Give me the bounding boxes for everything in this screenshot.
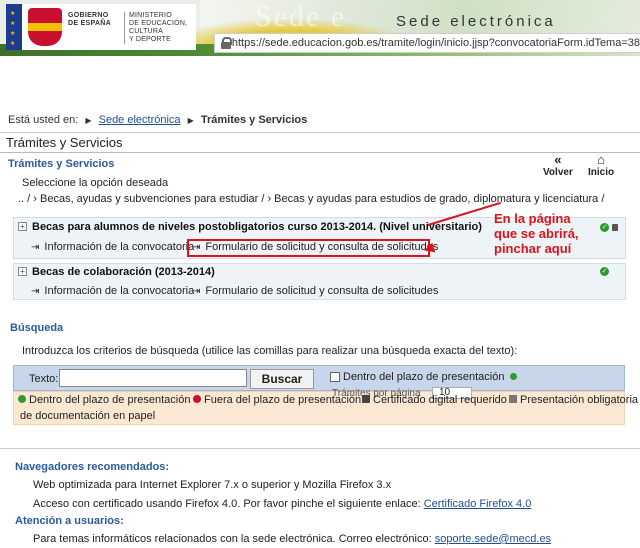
legend-paper-continued: de documentación en papel	[20, 410, 156, 422]
select-prompt: Seleccione la opción deseada	[22, 177, 169, 189]
address-url[interactable]: https://sede.educacion.gob.es/tramite/lo…	[232, 37, 640, 49]
site-title: Sede electrónica	[396, 13, 556, 30]
eu-flag-icon: ★ ★ ★ ★	[6, 4, 22, 50]
government-label: GOBIERNO DE ESPAÑA	[68, 12, 112, 27]
arrow-icon: ⇥	[192, 286, 201, 297]
breadcrumb-prefix: Está usted en:	[8, 114, 79, 126]
procedure-title[interactable]: + Becas de colaboración (2013-2014)	[18, 266, 215, 278]
category-path[interactable]: .. / › Becas, ayudas y subvenciones para…	[18, 193, 604, 205]
check-icon	[509, 373, 517, 380]
legend-out-deadline: Fuera del plazo de presentación	[193, 394, 361, 406]
home-button[interactable]: ⌂ Inicio	[588, 152, 614, 179]
annotation-text: En la página que se abrirá, pinchar aquí	[494, 211, 579, 256]
legend-digital-cert: Certificado digital requerido	[362, 394, 507, 406]
support-email-link[interactable]: soporte.sede@mecd.es	[435, 533, 551, 545]
certificate-link[interactable]: Certificado Firefox 4.0	[424, 498, 532, 510]
deadline-checkbox[interactable]	[330, 372, 340, 382]
address-bar[interactable]: https://sede.educacion.gob.es/tramite/lo…	[214, 33, 640, 53]
breadcrumb-arrow-icon: ▶	[187, 116, 194, 125]
form-link[interactable]: ⇥ Formulario de solicitud y consulta de s…	[192, 285, 438, 297]
search-button[interactable]: Buscar	[250, 369, 314, 389]
highlight-box	[187, 239, 430, 257]
arrow-icon: ⇥	[31, 286, 40, 297]
breadcrumb-home-link[interactable]: Sede electrónica	[99, 114, 181, 126]
browsers-title: Navegadores recomendados:	[15, 461, 170, 473]
expand-icon[interactable]: +	[18, 222, 27, 231]
legend-in-deadline: Dentro del plazo de presentación	[18, 394, 190, 406]
government-logo[interactable]: ★ ★ ★ ★ GOBIERNO DE ESPAÑA MINISTERIO DE ED…	[6, 4, 196, 50]
text-label: Texto:	[29, 373, 59, 385]
lock-icon	[221, 37, 232, 49]
legend-paper: Presentación obligatoria	[509, 394, 638, 406]
home-icon: ⌂	[597, 152, 605, 167]
breadcrumb: Está usted en: ▶ Sede electrónica ▶ Trám…	[0, 107, 640, 133]
back-button[interactable]: « Volver	[543, 152, 573, 179]
footer-divider	[0, 448, 640, 449]
site-header: Sede e ★ ★ ★ ★ GOBIERNO DE ESPAÑA MINISTERI…	[0, 0, 640, 56]
search-title: Búsqueda	[10, 322, 64, 334]
search-hint: Introduzca los criterios de búsqueda (ut…	[22, 345, 518, 357]
back-chevrons-icon: «	[554, 152, 562, 167]
lock-icon	[612, 224, 618, 231]
expand-icon[interactable]: +	[18, 267, 27, 276]
support-title: Atención a usuarios:	[15, 515, 124, 527]
header-watermark: Sede e	[255, 0, 347, 33]
deadline-checkbox-label[interactable]: Dentro del plazo de presentación	[343, 371, 520, 383]
procedure-title[interactable]: + Becas para alumnos de niveles postoblig…	[18, 221, 482, 233]
info-link[interactable]: ⇥ Información de la convocatoria	[31, 241, 194, 253]
support-text: Para temas informáticos relacionados con…	[33, 533, 552, 545]
page-title: Trámites y Servicios	[6, 135, 123, 150]
check-icon: ✓	[600, 223, 609, 232]
arrow-icon: ⇥	[31, 242, 40, 253]
browsers-text: Web optimizada para Internet Explorer 7.…	[33, 479, 392, 491]
section-title: Trámites y Servicios	[8, 158, 115, 170]
cross-icon	[193, 395, 201, 403]
breadcrumb-current: Trámites y Servicios	[200, 114, 308, 126]
ministry-label: MINISTERIO DE EDUCACIÓN, CULTURA Y DEPOR…	[124, 12, 196, 44]
certificate-text: Acceso con certificado usando Firefox 4.…	[33, 498, 532, 510]
info-link[interactable]: ⇥ Información de la convocatoria	[31, 285, 194, 297]
breadcrumb-arrow-icon: ▶	[85, 116, 92, 125]
check-icon: ✓	[600, 267, 609, 276]
check-icon	[18, 395, 26, 403]
search-input[interactable]	[59, 369, 247, 387]
lock-icon	[362, 395, 370, 403]
document-icon	[509, 395, 517, 403]
coat-of-arms-icon	[28, 8, 62, 46]
